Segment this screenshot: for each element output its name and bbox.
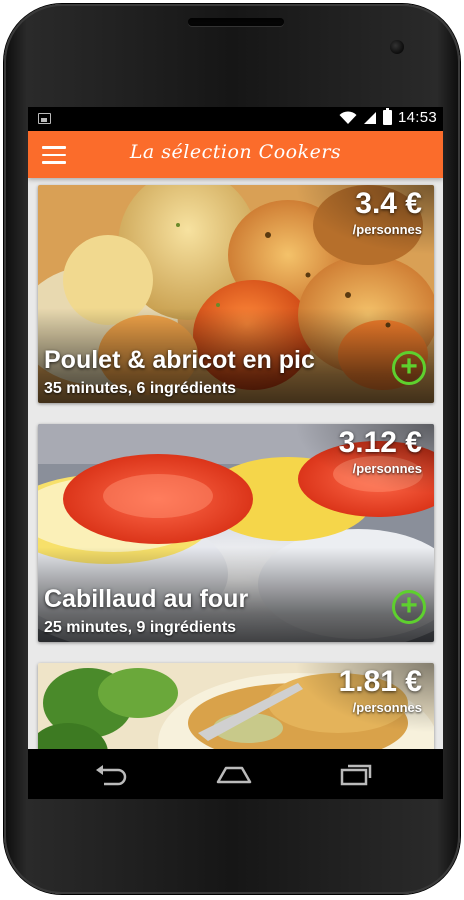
plus-circle-icon: + — [400, 589, 418, 622]
back-icon[interactable] — [94, 762, 130, 786]
recipe-price: 1.81 € — [338, 665, 422, 698]
navigation-bar — [28, 749, 443, 799]
recipe-meta: 25 minutes, 9 ingrédients — [44, 619, 237, 636]
status-time: 14:53 — [397, 109, 437, 126]
price-unit: /personnes — [352, 700, 422, 715]
signal-icon — [363, 111, 376, 124]
recipe-price: 3.12 € — [338, 426, 422, 459]
status-right: 14:53 — [339, 108, 437, 126]
battery-icon — [382, 108, 392, 125]
phone-frame: 14:53 La sélection Cookers 3.4 € /person… — [4, 4, 460, 894]
add-recipe-button[interactable]: + — [392, 351, 426, 385]
recipe-title: Poulet & abricot en pic — [44, 346, 315, 374]
image-notification-icon — [38, 113, 51, 124]
wifi-icon — [339, 110, 357, 124]
price-unit: /personnes — [352, 461, 422, 476]
app-title: La sélection Cookers — [129, 141, 342, 163]
status-bar: 14:53 — [28, 107, 443, 131]
recipe-card-poulet-abricot[interactable]: 3.4 € /personnes Poulet & abricot en pic… — [38, 185, 434, 403]
recipe-card-cabillaud[interactable]: 3.12 € /personnes Cabillaud au four 25 m… — [38, 424, 434, 642]
home-icon[interactable] — [216, 762, 252, 786]
screen: 14:53 La sélection Cookers 3.4 € /person… — [28, 107, 443, 799]
recent-apps-icon[interactable] — [338, 762, 374, 786]
earpiece-speaker — [188, 18, 284, 26]
recipe-price: 3.4 € — [355, 187, 422, 220]
front-camera — [390, 40, 404, 54]
add-recipe-button[interactable]: + — [392, 590, 426, 624]
app-bar: La sélection Cookers — [28, 131, 443, 178]
recipe-title: Cabillaud au four — [44, 585, 249, 613]
price-unit: /personnes — [352, 222, 422, 237]
recipe-meta: 35 minutes, 6 ingrédients — [44, 380, 237, 397]
plus-circle-icon: + — [400, 350, 418, 383]
